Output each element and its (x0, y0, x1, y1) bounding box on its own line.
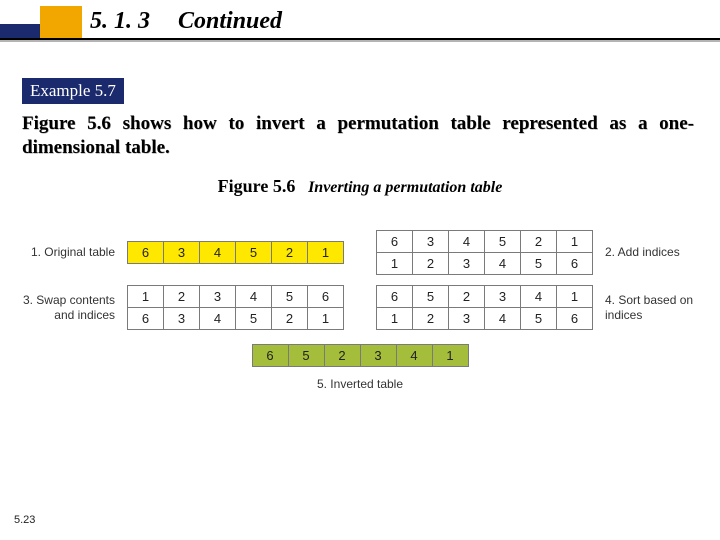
table-step5: 652 341 (252, 344, 469, 367)
body-paragraph: Figure 5.6 shows how to invert a permuta… (22, 112, 694, 160)
label-step2: 2. Add indices (599, 245, 719, 259)
tables-area: 1. Original table 634 521 634 521 123 45… (0, 220, 720, 391)
label-step4: 4. Sort based on indices (599, 293, 719, 322)
example-tag: Example 5.7 (22, 78, 124, 104)
label-step1: 1. Original table (1, 245, 121, 259)
table-step3: 123 456 634 521 (127, 285, 344, 330)
accent-block-orange (40, 6, 82, 38)
header-rule-light (0, 40, 720, 42)
row-steps-3-4: 3. Swap contents and indices 123 456 634… (0, 285, 720, 330)
table-step2: 634 521 123 456 (376, 230, 593, 275)
figure-caption-lead: Figure 5.6 (218, 176, 296, 196)
row-step5: 652 341 (0, 344, 720, 367)
figure-caption-tail: Inverting a permutation table (308, 179, 502, 196)
label-step5: 5. Inverted table (0, 377, 720, 391)
label-step3: 3. Swap contents and indices (1, 293, 121, 322)
page-number: 5.23 (14, 514, 35, 526)
section-number: 5. 1. 3 (90, 8, 150, 35)
accent-bar-navy (0, 24, 40, 38)
slide-header: 5. 1. 3 Continued (0, 0, 720, 62)
table-step1: 634 521 (127, 241, 344, 264)
row-steps-1-2: 1. Original table 634 521 634 521 123 45… (0, 230, 720, 275)
figure-caption: Figure 5.6 Inverting a permutation table (0, 176, 720, 197)
table-step4: 652 341 123 456 (376, 285, 593, 330)
section-title: Continued (178, 8, 282, 35)
